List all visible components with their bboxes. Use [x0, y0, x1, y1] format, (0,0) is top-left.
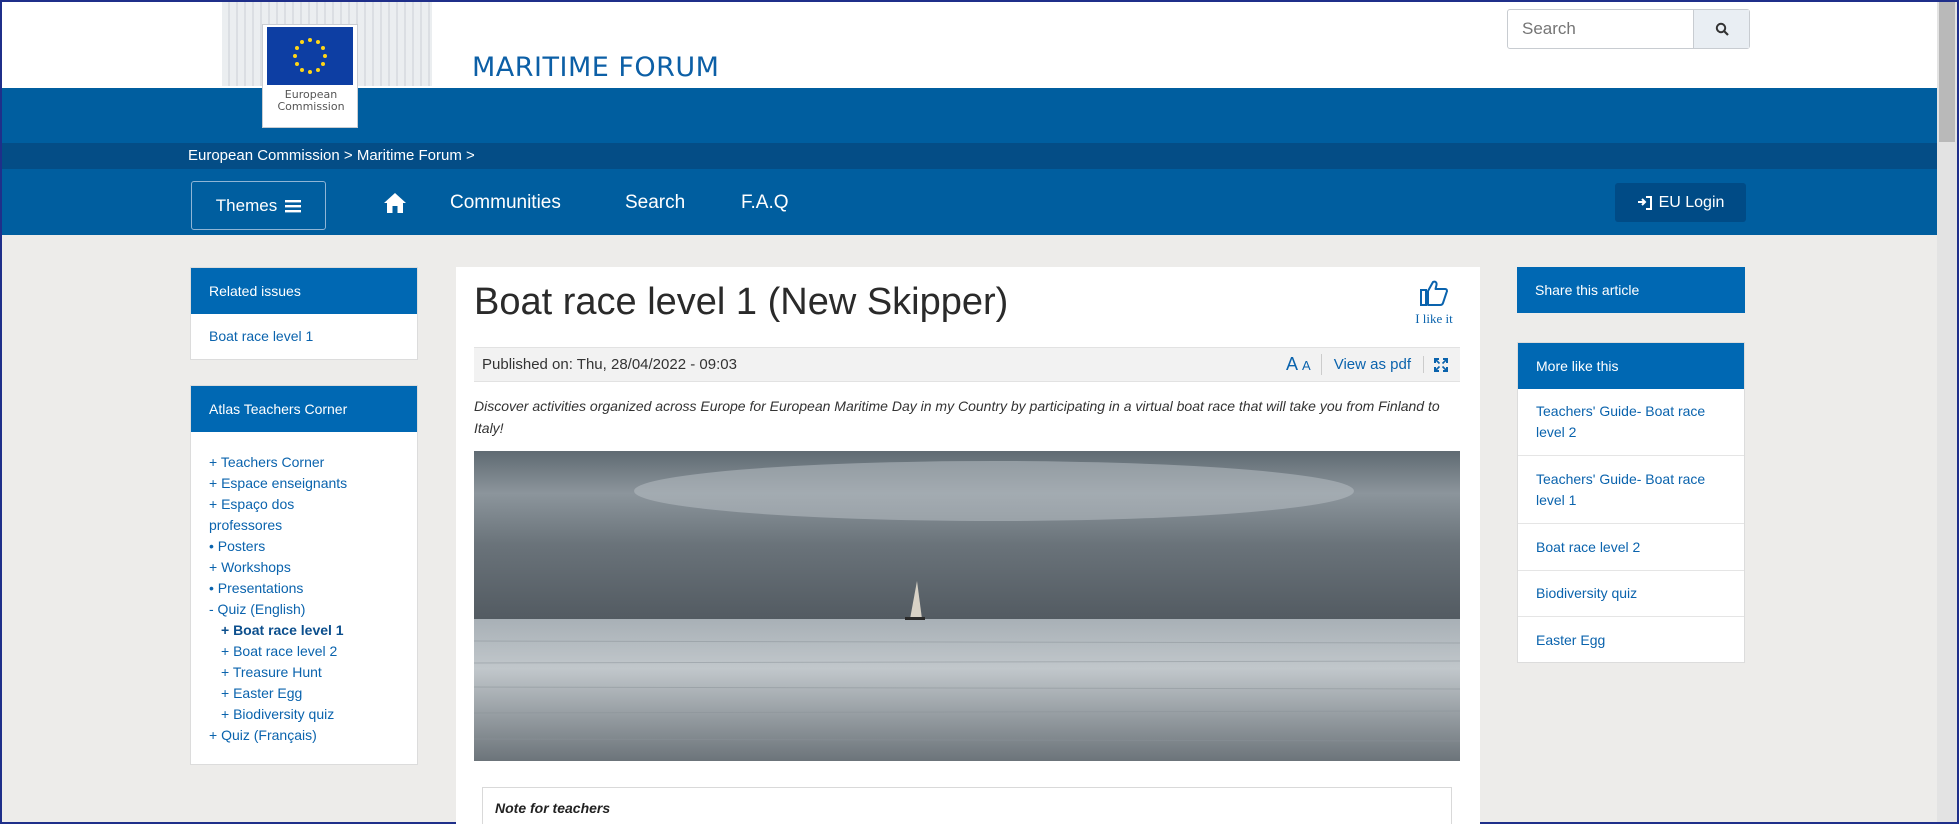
tree-item-treasure-hunt[interactable]: + Treasure Hunt: [209, 662, 417, 683]
login-icon: [1637, 195, 1652, 210]
search-box: [1507, 9, 1750, 49]
themes-label: Themes: [215, 195, 278, 215]
related-issues-title: Related issues: [191, 268, 417, 314]
article-title: Boat race level 1 (New Skipper): [474, 281, 1009, 323]
view-as-pdf-link[interactable]: View as pdf: [1322, 356, 1424, 373]
expand-icon: [1434, 357, 1448, 372]
page-scrollbar[interactable]: [1937, 2, 1957, 822]
tree-item-biodiversity-quiz[interactable]: + Biodiversity quiz: [209, 704, 417, 725]
font-size-toggle[interactable]: A A: [1286, 354, 1322, 375]
font-size-small: A: [1302, 358, 1311, 373]
tree-item-posters[interactable]: • Posters: [209, 536, 417, 557]
font-size-big: A: [1286, 354, 1298, 374]
more-item-easter-egg[interactable]: Easter Egg: [1518, 617, 1744, 663]
eu-flag-icon: [267, 27, 353, 85]
tree-item-easter-egg[interactable]: + Easter Egg: [209, 683, 417, 704]
eu-login-label: EU Login: [1658, 193, 1725, 211]
tree-item-espaco-dos[interactable]: + Espaço dos: [209, 494, 417, 515]
tree-item-espace-enseignants[interactable]: + Espace enseignants: [209, 473, 417, 494]
note-title: Note for teachers: [495, 800, 611, 816]
article-tools: A A View as pdf: [1286, 354, 1448, 375]
site-header: European Commission MARITIME FORUM: [2, 2, 1937, 128]
atlas-teachers-panel: Atlas Teachers Corner + Teachers Corner …: [190, 385, 418, 765]
article: Boat race level 1 (New Skipper) I like i…: [456, 267, 1480, 824]
share-article-panel[interactable]: Share this article: [1517, 267, 1745, 313]
like-button[interactable]: I like it: [1404, 279, 1464, 327]
sea-sailboat-image: [474, 451, 1460, 761]
breadcrumb[interactable]: European Commission > Maritime Forum >: [188, 147, 475, 164]
like-label: I like it: [1415, 311, 1453, 326]
tree-item-presentations[interactable]: • Presentations: [209, 578, 417, 599]
tree-item-quiz-english[interactable]: - Quiz (English): [209, 599, 417, 620]
more-item-biodiversity-quiz[interactable]: Biodiversity quiz: [1518, 571, 1744, 617]
related-issues-panel: Related issues Boat race level 1: [190, 267, 418, 360]
hamburger-icon: [285, 199, 302, 212]
nav-communities[interactable]: Communities: [450, 192, 561, 214]
search-button[interactable]: [1693, 10, 1749, 48]
themes-button[interactable]: Themes: [191, 181, 326, 230]
search-input[interactable]: [1508, 10, 1693, 48]
more-like-this-panel: More like this Teachers' Guide- Boat rac…: [1517, 342, 1745, 663]
more-item-guide-level-2[interactable]: Teachers' Guide- Boat race level 2: [1518, 389, 1744, 456]
search-icon: [1715, 22, 1729, 36]
tree-item-workshops[interactable]: + Workshops: [209, 557, 417, 578]
related-issue-link[interactable]: Boat race level 1: [209, 328, 313, 344]
atlas-teachers-title: Atlas Teachers Corner: [191, 386, 417, 432]
header-band: [2, 88, 1937, 143]
tree-item-professores[interactable]: professores: [209, 515, 417, 536]
site-title[interactable]: MARITIME FORUM: [472, 52, 719, 83]
article-intro: Discover activities organized across Eur…: [474, 398, 1440, 436]
fullscreen-button[interactable]: [1424, 357, 1448, 372]
tree-item-boat-race-2[interactable]: + Boat race level 2: [209, 641, 417, 662]
note-for-teachers-box: Note for teachers: [482, 787, 1452, 824]
scrollbar-thumb[interactable]: [1939, 2, 1955, 142]
published-date: Published on: Thu, 28/04/2022 - 09:03: [482, 356, 737, 373]
more-like-this-title: More like this: [1518, 343, 1744, 389]
thumbs-up-icon: [1420, 280, 1448, 306]
home-icon[interactable]: [383, 192, 407, 214]
more-item-guide-level-1[interactable]: Teachers' Guide- Boat race level 1: [1518, 456, 1744, 524]
eu-login-button[interactable]: EU Login: [1615, 183, 1746, 222]
tree-item-quiz-francais[interactable]: + Quiz (Français): [209, 725, 417, 746]
share-article-title: Share this article: [1517, 267, 1745, 313]
tree-item-teachers-corner[interactable]: + Teachers Corner: [209, 452, 417, 473]
more-item-boat-race-2[interactable]: Boat race level 2: [1518, 524, 1744, 571]
atlas-tree: + Teachers Corner + Espace enseignants +…: [191, 432, 417, 746]
article-meta-bar: Published on: Thu, 28/04/2022 - 09:03 A …: [474, 347, 1460, 382]
nav-search[interactable]: Search: [625, 192, 685, 214]
tree-item-boat-race-1[interactable]: + Boat race level 1: [209, 620, 417, 641]
nav-faq[interactable]: F.A.Q: [741, 192, 789, 214]
